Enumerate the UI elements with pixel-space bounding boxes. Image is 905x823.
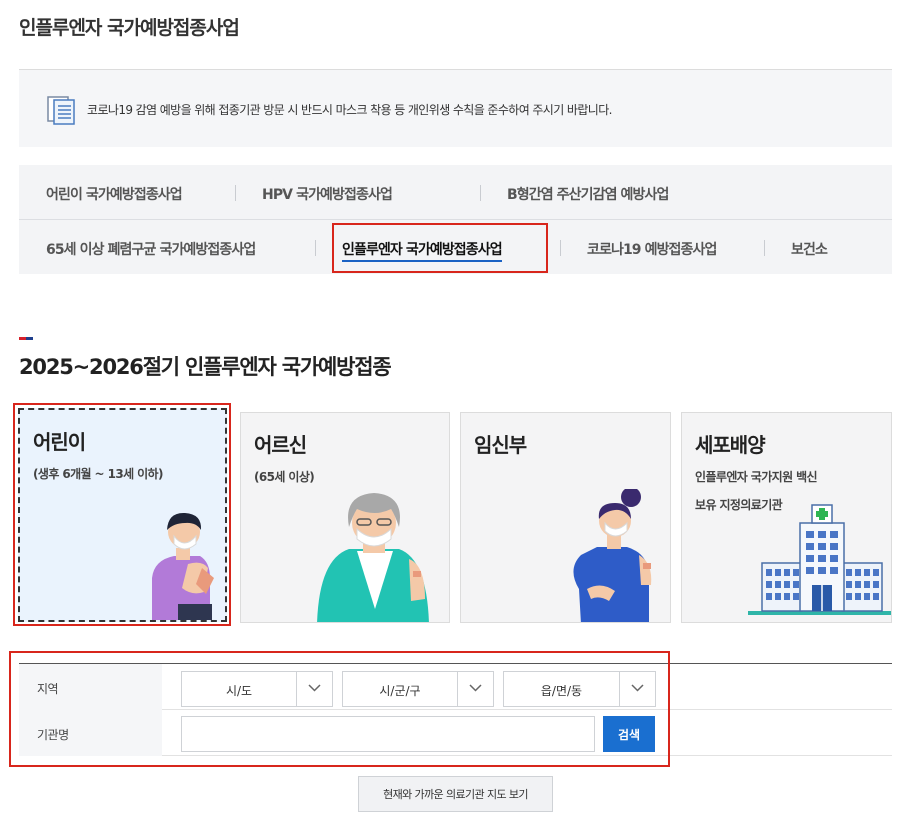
card-cell-culture-line1: 인플루엔자 국가지원 백신 bbox=[695, 470, 818, 484]
town-select-arrow bbox=[619, 672, 655, 706]
section-title-mark bbox=[19, 337, 33, 340]
document-list-icon bbox=[47, 96, 75, 125]
section-title: 2025~2026절기 인플루엔자 국가예방접종 bbox=[19, 355, 392, 379]
tab-child-vaccination[interactable]: 어린이 국가예방접종사업 bbox=[46, 184, 183, 204]
tab-influenza-label: 인플루엔자 국가예방접종사업 bbox=[342, 242, 503, 258]
card-child[interactable]: 어린이 (생후 6개월 ~ 13세 이하) bbox=[18, 408, 227, 622]
institution-row: 기관명 검색 bbox=[19, 710, 892, 756]
institution-name-input[interactable] bbox=[181, 716, 595, 752]
page-title: 인플루엔자 국가예방접종사업 bbox=[19, 17, 240, 39]
tab-hepatitis-b-prevention[interactable]: B형간염 주산기감염 예방사업 bbox=[507, 184, 669, 204]
child-icon bbox=[152, 512, 214, 620]
chevron-down-icon bbox=[308, 684, 321, 692]
city-select-value: 시/군/구 bbox=[379, 684, 421, 698]
town-select[interactable]: 읍/면/동 bbox=[503, 671, 656, 707]
chevron-down-icon bbox=[631, 684, 644, 692]
tab-separator bbox=[480, 185, 481, 201]
search-button[interactable]: 검색 bbox=[603, 716, 655, 752]
hospital-icon bbox=[748, 504, 891, 615]
town-select-value: 읍/면/동 bbox=[540, 684, 583, 698]
institution-label: 기관명 bbox=[19, 710, 162, 756]
tab-health-center[interactable]: 보건소 bbox=[791, 239, 828, 259]
tab-pneumococcal-vaccination[interactable]: 65세 이상 폐렴구균 국가예방접종사업 bbox=[46, 239, 256, 259]
tab-covid19-vaccination[interactable]: 코로나19 예방접종사업 bbox=[587, 239, 717, 259]
card-child-subtitle: (생후 6개월 ~ 13세 이하) bbox=[33, 467, 163, 481]
tab-separator bbox=[764, 240, 765, 256]
card-elderly[interactable]: 어르신 (65세 이상) bbox=[240, 412, 450, 623]
notice-text: 코로나19 감염 예방을 위해 접종기관 방문 시 반드시 마스크 착용 등 개… bbox=[87, 103, 612, 117]
tab-separator bbox=[560, 240, 561, 256]
tab-separator bbox=[235, 185, 236, 201]
region-label: 지역 bbox=[19, 664, 162, 710]
province-select-arrow bbox=[296, 672, 332, 706]
province-select[interactable]: 시/도 bbox=[181, 671, 333, 707]
city-select[interactable]: 시/군/구 bbox=[342, 671, 494, 707]
chevron-down-icon bbox=[469, 684, 482, 692]
search-form: 지역 시/도 시/군/구 읍/면/동 기관명 검색 bbox=[19, 663, 892, 756]
province-select-value: 시/도 bbox=[225, 684, 253, 698]
card-child-title: 어린이 bbox=[33, 430, 86, 454]
card-pregnant[interactable]: 임신부 bbox=[460, 412, 671, 623]
elderly-icon bbox=[317, 493, 429, 622]
card-elderly-title: 어르신 bbox=[254, 433, 307, 457]
region-row: 지역 시/도 시/군/구 읍/면/동 bbox=[19, 664, 892, 710]
program-tabs: 어린이 국가예방접종사업 HPV 국가예방접종사업 B형간염 주산기감염 예방사… bbox=[19, 165, 892, 274]
tabs-divider bbox=[19, 219, 892, 220]
card-cell-culture-title: 세포배양 bbox=[695, 433, 766, 457]
active-tab-underline bbox=[342, 260, 502, 262]
city-select-arrow bbox=[457, 672, 493, 706]
notice-box: 코로나19 감염 예방을 위해 접종기관 방문 시 반드시 마스크 착용 등 개… bbox=[19, 69, 892, 147]
card-elderly-subtitle: (65세 이상) bbox=[254, 470, 315, 484]
card-cell-culture[interactable]: 세포배양 인플루엔자 국가지원 백신 보유 지정의료기관 bbox=[681, 412, 892, 623]
pregnant-woman-icon bbox=[573, 489, 652, 622]
tab-influenza-vaccination[interactable]: 인플루엔자 국가예방접종사업 bbox=[342, 239, 503, 262]
tab-hpv-vaccination[interactable]: HPV 국가예방접종사업 bbox=[262, 184, 393, 204]
card-pregnant-title: 임신부 bbox=[474, 433, 527, 457]
tab-separator bbox=[315, 240, 316, 256]
nearby-clinic-map-button[interactable]: 현재와 가까운 의료기관 지도 보기 bbox=[358, 776, 553, 812]
